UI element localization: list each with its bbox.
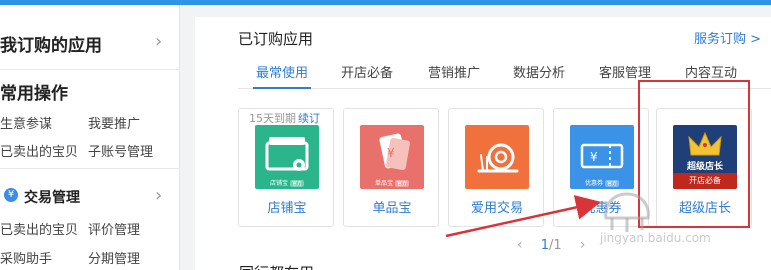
next-page-button[interactable]: › (580, 237, 586, 253)
prev-page-button[interactable]: ‹ (517, 237, 523, 253)
total-pages: /1 (549, 238, 562, 253)
pagination: ‹ 1/1 › (517, 237, 585, 253)
annotation-arrow (445, 195, 601, 238)
current-page: 1 (540, 238, 550, 253)
peers-section-title: 同行都在用 (239, 262, 314, 270)
